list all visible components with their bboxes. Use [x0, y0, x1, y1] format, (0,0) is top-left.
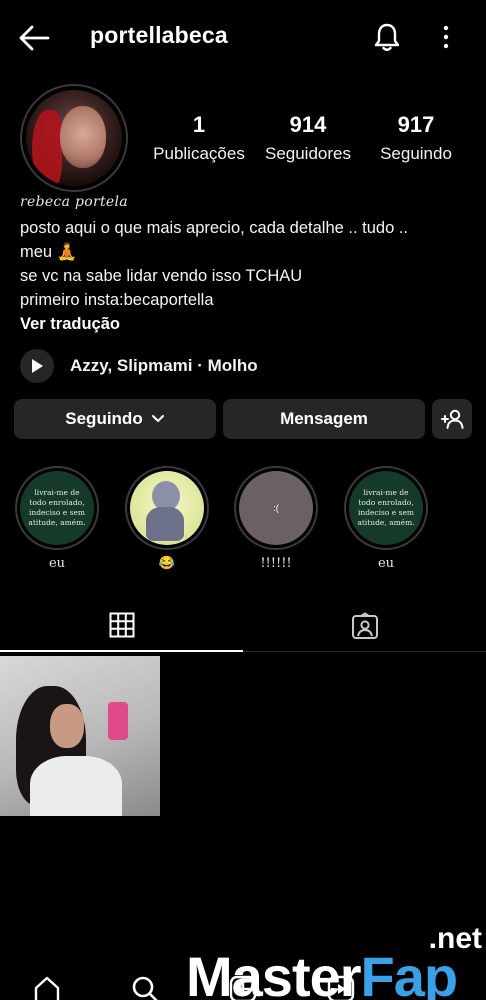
- top-bar: portellabeca: [0, 0, 486, 74]
- message-button-label: Mensagem: [280, 409, 368, 428]
- tab-tagged[interactable]: [243, 600, 486, 652]
- bio-line: posto aqui o que mais aprecio, cada deta…: [20, 219, 409, 237]
- play-icon[interactable]: [20, 349, 54, 383]
- display-name: rebeca portela: [20, 194, 128, 210]
- post-thumbnail[interactable]: [0, 656, 160, 816]
- story-highlight[interactable]: livrai-me de todo enrolado, indeciso e s…: [15, 466, 99, 571]
- avatar-face: [60, 106, 106, 168]
- highlight-ring: livrai-me de todo enrolado, indeciso e s…: [344, 466, 428, 550]
- arrow-left-icon[interactable]: [18, 24, 50, 52]
- stat-following-value: 917: [397, 112, 435, 137]
- post-figure-face: [50, 704, 84, 748]
- translate-link[interactable]: Ver tradução: [20, 312, 470, 336]
- avatar-hair: [32, 110, 62, 186]
- bio-line: meu 🧘: [20, 243, 78, 261]
- add-user-button[interactable]: [432, 399, 472, 439]
- story-highlight[interactable]: 😂: [125, 466, 209, 571]
- grid-icon: [109, 612, 134, 638]
- story-highlight[interactable]: livrai-me de todo enrolado, indeciso e s…: [344, 466, 428, 571]
- profile-bio: rebeca portela posto aqui o que mais apr…: [20, 194, 470, 336]
- vertical-dots-icon[interactable]: [436, 24, 456, 50]
- stat-following[interactable]: 917 Seguindo: [372, 112, 460, 164]
- story-highlight[interactable]: :( !!!!!!: [234, 466, 318, 571]
- highlight-cover-text: :(: [239, 471, 313, 545]
- cover-figure-body: [146, 507, 184, 541]
- stat-posts[interactable]: 1 Publicações: [148, 112, 250, 164]
- stat-followers-value: 914: [289, 112, 327, 137]
- highlight-ring: :(: [234, 466, 318, 550]
- highlight-caption: eu: [377, 556, 395, 571]
- music-track: Azzy, Slipmami · Molho: [70, 356, 258, 375]
- tagged-icon: [351, 612, 378, 639]
- highlight-cover-image: [130, 471, 204, 545]
- stat-posts-label: Publicações: [153, 144, 245, 163]
- highlight-cover-text: livrai-me de todo enrolado, indeciso e s…: [349, 471, 423, 545]
- bell-icon[interactable]: [372, 22, 402, 52]
- watermark: .net MasterFap: [186, 918, 486, 1000]
- post-figure-shirt: [30, 756, 122, 816]
- stat-following-label: Seguindo: [380, 144, 452, 163]
- highlight-caption: !!!!!!: [260, 556, 292, 571]
- profile-avatar[interactable]: [20, 84, 128, 192]
- stat-followers[interactable]: 914 Seguidores: [260, 112, 356, 164]
- watermark-brand: MasterFap: [186, 944, 459, 1000]
- home-icon[interactable]: [32, 974, 62, 1000]
- tab-posts-grid[interactable]: [0, 600, 243, 652]
- highlight-caption: eu: [48, 556, 66, 571]
- following-button-label: Seguindo: [65, 409, 143, 428]
- highlight-cover-text: livrai-me de todo enrolado, indeciso e s…: [20, 471, 94, 545]
- following-button[interactable]: Seguindo: [14, 399, 216, 439]
- profile-music[interactable]: Azzy, Slipmami · Molho: [20, 348, 258, 384]
- bio-line: se vc na sabe lidar vendo isso TCHAU: [20, 267, 303, 285]
- avatar-image: [26, 90, 122, 186]
- watermark-brand-part2: Fap: [360, 945, 459, 1000]
- watermark-brand-part1: Master: [186, 945, 362, 1000]
- post-figure-phone: [108, 702, 128, 740]
- highlight-ring: livrai-me de todo enrolado, indeciso e s…: [15, 466, 99, 550]
- stat-followers-label: Seguidores: [264, 144, 351, 163]
- highlight-ring: [125, 466, 209, 550]
- stat-posts-value: 1: [192, 112, 206, 137]
- bio-line: primeiro insta:becaportella: [20, 291, 214, 309]
- highlight-caption: 😂: [158, 556, 176, 571]
- message-button[interactable]: Mensagem: [223, 399, 425, 439]
- profile-tabs: [0, 600, 486, 654]
- search-icon[interactable]: [130, 974, 160, 1000]
- profile-username: portellabeca: [90, 22, 228, 48]
- chevron-down-icon: [151, 415, 164, 422]
- add-user-icon: [441, 409, 464, 429]
